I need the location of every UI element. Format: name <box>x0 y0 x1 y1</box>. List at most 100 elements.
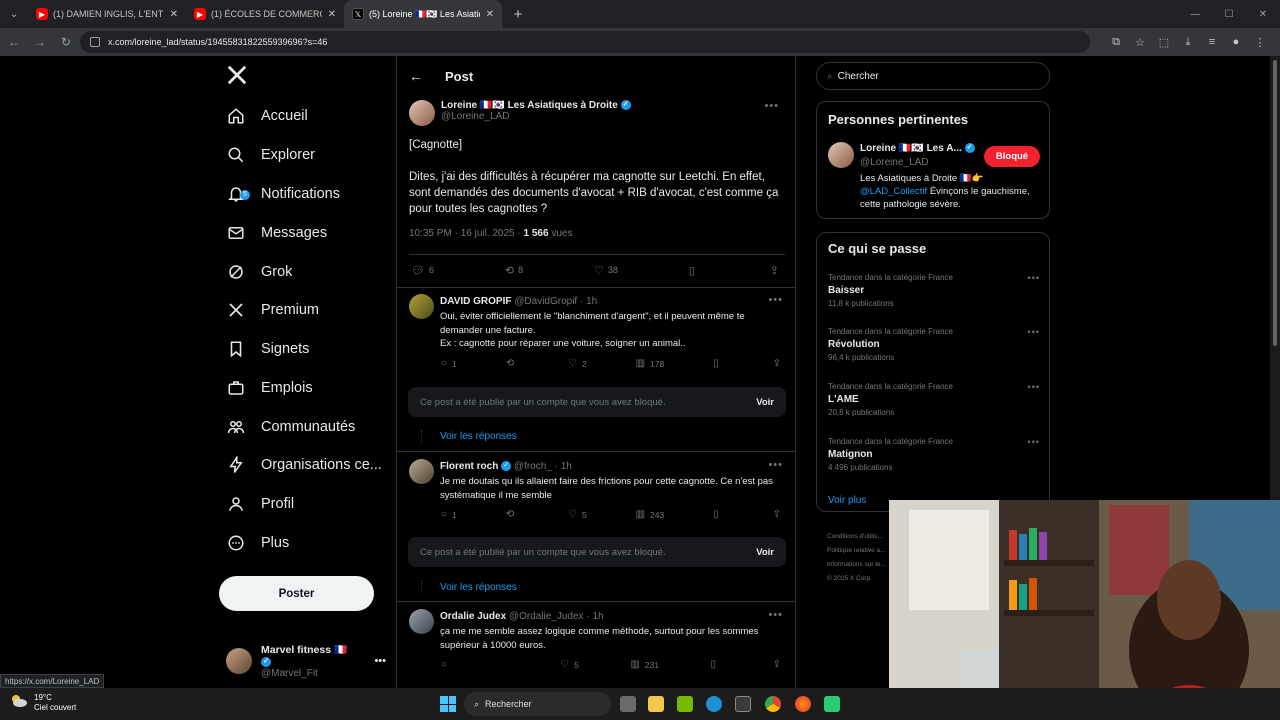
nvidia-icon[interactable] <box>677 696 693 712</box>
browser-tab-3[interactable]: 𝕏 (5) Loreine 🇫🇷🇰🇷 Les Asiatiques ✕ <box>344 0 502 28</box>
like-button[interactable]: ♡ 2 <box>568 358 587 369</box>
reply-item[interactable]: DAVID GROPIF @DavidGropif · 1h ••• Oui, … <box>397 294 795 369</box>
see-replies-link[interactable]: Voir les réponses <box>440 582 517 593</box>
post-timestamp[interactable]: 10:35 PM · 16 juil. 2025 · <box>409 228 524 239</box>
footer-link[interactable]: Politique relative a... <box>827 544 886 558</box>
reply-author-name[interactable]: DAVID GROPIF <box>440 296 511 307</box>
reply-author-name[interactable]: Ordalie Judex <box>440 611 506 622</box>
reply-button[interactable]: ○ 1 <box>441 358 457 369</box>
bookmark-star-icon[interactable]: ☆ <box>1128 36 1152 49</box>
blocked-button[interactable]: Bloqué <box>984 146 1040 167</box>
like-button[interactable]: ♡ 5 <box>568 509 587 520</box>
download-icon[interactable]: ⤓ <box>1176 36 1200 49</box>
sidebar-item-premium[interactable]: Premium <box>226 292 319 328</box>
trend-item[interactable]: Tendance dans la catégorie France Révolu… <box>828 327 1040 362</box>
media-control-icon[interactable]: ≡ <box>1200 36 1224 48</box>
reply-author-handle[interactable]: @DavidGropif · 1h <box>514 296 597 307</box>
extensions-icon[interactable]: ⬚ <box>1152 36 1176 49</box>
account-switcher[interactable]: Marvel fitness 🇫🇷 ✓ @Marvel_Fit ••• <box>226 644 386 679</box>
reply-author-handle[interactable]: @Ordalie_Judex · 1h <box>509 611 604 622</box>
bookmark-button[interactable]: ▯ <box>713 509 724 520</box>
task-view-icon[interactable] <box>620 696 636 712</box>
avatar[interactable] <box>409 294 434 319</box>
address-bar[interactable]: x.com/loreine_lad/status/194558318225593… <box>80 31 1090 53</box>
more-options-icon[interactable]: ••• <box>1028 273 1040 283</box>
show-blocked-button[interactable]: Voir <box>756 547 774 558</box>
bookmark-button[interactable]: ▯ <box>713 358 724 369</box>
file-explorer-icon[interactable] <box>648 696 664 712</box>
bookmark-button[interactable]: ▯ <box>689 264 699 277</box>
post-button[interactable]: Poster <box>219 576 374 611</box>
install-app-icon[interactable]: ⧉ <box>1104 36 1128 49</box>
maximize-icon[interactable]: ☐ <box>1212 0 1246 28</box>
see-more-link[interactable]: Voir plus <box>828 495 866 506</box>
more-options-icon[interactable]: ••• <box>1028 382 1040 392</box>
share-button[interactable]: ⇪ <box>770 264 783 277</box>
footer-link[interactable]: Informations sur le... <box>827 558 886 572</box>
show-blocked-button[interactable]: Voir <box>756 397 774 408</box>
trend-item[interactable]: Tendance dans la catégorie France L'AME … <box>828 382 1040 417</box>
trend-item[interactable]: Tendance dans la catégorie France Baisse… <box>828 273 1040 308</box>
taskbar-search[interactable]: ⌕ Rechercher <box>464 692 611 716</box>
site-info-icon[interactable] <box>90 37 100 47</box>
reply-button[interactable]: ○ <box>441 659 452 670</box>
sidebar-item-bookmarks[interactable]: Signets <box>226 331 309 367</box>
views-button[interactable]: ▥ 231 <box>630 659 659 670</box>
more-options-icon[interactable]: ••• <box>768 459 783 471</box>
repost-button[interactable] <box>504 659 509 670</box>
reply-item[interactable]: Ordalie Judex @Ordalie_Judex · 1h ••• ça… <box>397 609 795 688</box>
close-tab-icon[interactable]: ✕ <box>328 9 336 20</box>
sidebar-item-communities[interactable]: Communautés <box>226 409 355 445</box>
footer-link[interactable]: Conditions d'utilis... <box>827 530 886 544</box>
more-options-icon[interactable]: ••• <box>1028 437 1040 447</box>
share-button[interactable]: ⇪ <box>773 509 786 520</box>
reply-button[interactable]: ○ 1 <box>441 509 457 520</box>
repost-button[interactable]: ⟲ <box>506 509 519 520</box>
author-handle[interactable]: @Loreine_LAD <box>441 111 631 122</box>
profile-icon[interactable]: ● <box>1224 36 1248 48</box>
firefox-icon[interactable] <box>795 696 811 712</box>
more-options-icon[interactable]: ••• <box>1028 327 1040 337</box>
share-button[interactable]: ⇪ <box>773 659 786 670</box>
sidebar-item-home[interactable]: Accueil <box>226 98 308 134</box>
minimize-icon[interactable]: — <box>1178 0 1212 28</box>
close-tab-icon[interactable]: ✕ <box>486 9 494 20</box>
reply-button[interactable]: 💬︎ 6 <box>411 264 434 277</box>
more-options-icon[interactable]: ••• <box>768 294 783 306</box>
back-icon[interactable]: ← <box>2 30 26 54</box>
like-button[interactable]: ♡ 38 <box>594 264 618 277</box>
windows-start-icon[interactable] <box>440 696 456 712</box>
avatar[interactable] <box>409 459 434 484</box>
sidebar-item-jobs[interactable]: Emplois <box>226 370 313 406</box>
sidebar-item-more[interactable]: Plus <box>226 525 289 561</box>
see-replies-link[interactable]: Voir les réponses <box>440 431 517 442</box>
sidebar-item-organisations[interactable]: Organisations ce... <box>226 447 382 483</box>
reply-author-name[interactable]: Florent roch <box>440 461 498 472</box>
more-options-icon[interactable]: ••• <box>764 100 779 112</box>
avatar[interactable] <box>409 100 435 126</box>
avatar[interactable] <box>828 142 854 168</box>
search-input[interactable]: ⌕ Chercher <box>816 62 1050 90</box>
trend-item[interactable]: Tendance dans la catégorie France Matign… <box>828 437 1040 472</box>
repost-button[interactable]: ⟲ 8 <box>505 264 523 277</box>
relevant-handle[interactable]: @Loreine_LAD <box>860 157 929 168</box>
edge-icon[interactable] <box>706 696 722 712</box>
browser-tab-2[interactable]: ▶ (1) ÉCOLES DE COMMERCE : AU ✕ <box>186 0 344 28</box>
repost-button[interactable]: ⟲ <box>506 358 519 369</box>
sidebar-item-profile[interactable]: Profil <box>226 486 294 522</box>
browser-tab-1[interactable]: ▶ (1) DAMIEN INGLIS, L'ENTRETIE ✕ <box>28 0 186 28</box>
reload-icon[interactable]: ↻ <box>54 30 78 54</box>
sidebar-item-notifications[interactable]: 5 Notifications <box>226 176 340 212</box>
app-icon[interactable] <box>824 696 840 712</box>
bio-mention-link[interactable]: @LAD_Collectif <box>860 186 927 197</box>
share-button[interactable]: ⇪ <box>773 358 786 369</box>
sidebar-item-explore[interactable]: Explorer <box>226 137 315 173</box>
reply-item[interactable]: Florent roch ✓ @froch_ · 1h ••• Je me do… <box>397 459 795 520</box>
back-arrow-icon[interactable]: ← <box>409 68 423 84</box>
chrome-icon[interactable] <box>765 696 781 712</box>
close-window-icon[interactable]: ✕ <box>1246 0 1280 28</box>
sidebar-item-messages[interactable]: Messages <box>226 215 327 251</box>
new-tab-button[interactable]: + <box>506 2 530 26</box>
tab-search-chevron-icon[interactable]: ⌄ <box>0 0 28 28</box>
views-button[interactable]: ▥ 243 <box>636 509 665 520</box>
